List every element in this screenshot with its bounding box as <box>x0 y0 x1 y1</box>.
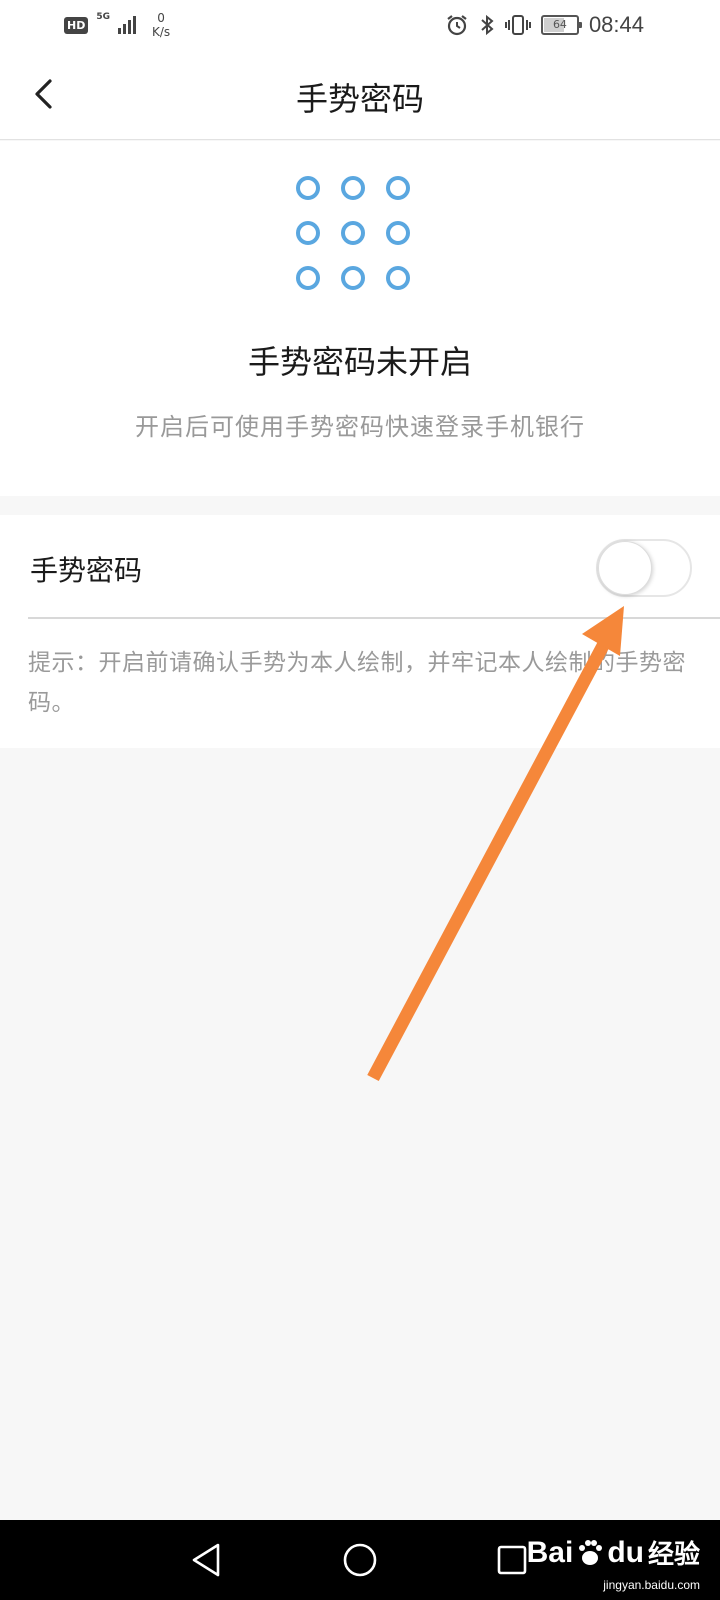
status-right: 64 08:44 <box>445 10 644 40</box>
hd-badge: HD <box>64 16 89 34</box>
gesture-status-subtitle: 开启后可使用手势密码快速登录手机银行 <box>135 413 585 441</box>
gesture-toggle-switch[interactable] <box>596 539 692 597</box>
grid-dot <box>341 176 365 200</box>
grid-dot <box>341 266 365 290</box>
grid-dot <box>296 176 320 200</box>
clock: 08:44 <box>588 12 644 37</box>
gesture-hint-text: 提示：开启前请确认手势为本人绘制，并牢记本人绘制的手势密码。 <box>28 650 686 716</box>
alarm-icon <box>447 15 467 36</box>
gesture-status-panel: 手势密码未开启 开启后可使用手势密码快速登录手机银行 <box>0 141 720 496</box>
system-back-button[interactable] <box>184 1538 228 1582</box>
toggle-knob <box>598 541 652 595</box>
battery-level: 64 <box>552 18 567 31</box>
bluetooth-icon <box>481 14 494 36</box>
page-title: 手势密码 <box>295 80 424 118</box>
speed-value: 0 <box>157 11 165 25</box>
circle-home-icon <box>343 1543 377 1577</box>
watermark-suffix: 经验 <box>647 1540 700 1570</box>
triangle-back-icon <box>192 1543 220 1577</box>
vibrate-icon <box>504 15 531 35</box>
grid-dot <box>296 221 320 245</box>
network-speed: 0 K/s <box>152 11 170 39</box>
status-left: HD 5G 0 K/s <box>64 8 170 42</box>
gesture-setting-label: 手势密码 <box>30 554 143 587</box>
status-bar: HD 5G 0 K/s 64 08:44 <box>0 0 720 50</box>
watermark-brand-left: Bai <box>526 1535 574 1569</box>
grid-dot <box>386 266 410 290</box>
baidu-watermark: Bai du 经验 <box>527 1534 700 1571</box>
grid-dot <box>386 176 410 200</box>
navigation-bar: 手势密码 <box>0 50 720 140</box>
square-recents-icon <box>497 1545 527 1575</box>
network-type: 5G <box>96 12 110 22</box>
speed-unit: K/s <box>152 25 171 39</box>
divider <box>28 617 720 619</box>
gesture-setting-card: 手势密码 提示：开启前请确认手势为本人绘制，并牢记本人绘制的手势密码。 <box>0 515 720 748</box>
grid-dot <box>296 266 320 290</box>
grid-dot <box>341 221 365 245</box>
paw-icon <box>579 1539 603 1565</box>
watermark-brand-right: du <box>607 1535 644 1569</box>
system-home-button[interactable] <box>338 1538 382 1582</box>
grid-dot <box>386 221 410 245</box>
signal-icon <box>118 16 136 34</box>
system-navigation-bar: Bai du 经验 jingyan.baidu.com <box>0 1520 720 1600</box>
watermark-url: jingyan.baidu.com <box>603 1578 700 1592</box>
battery-icon: 64 <box>540 15 582 35</box>
gesture-status-title: 手势密码未开启 <box>247 343 472 381</box>
